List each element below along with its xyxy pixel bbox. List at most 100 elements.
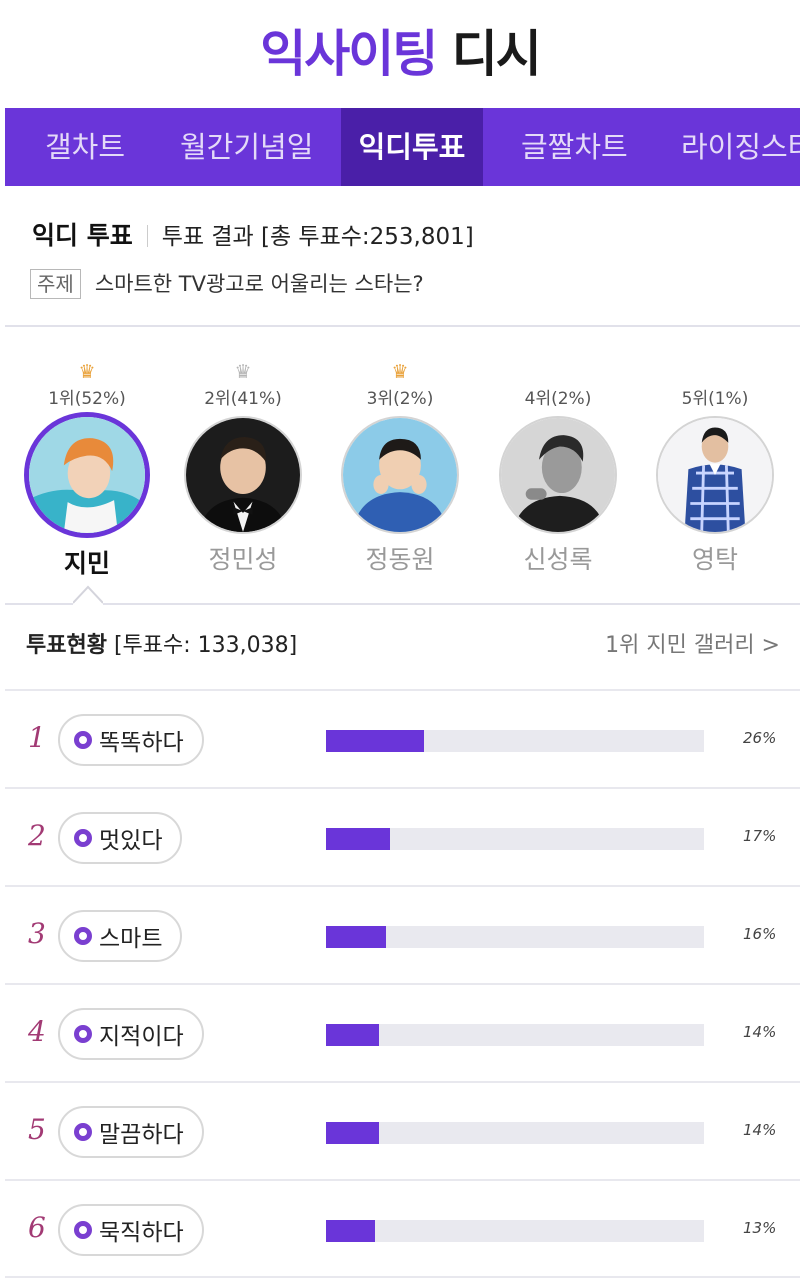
selection-line: [103, 603, 800, 605]
candidate-name: 영탁: [691, 545, 738, 574]
candidate-5[interactable]: 5위(1%) 영탁: [650, 360, 780, 580]
keyword-pill[interactable]: 묵직하다: [58, 1204, 204, 1256]
candidate-3[interactable]: ♛ 3위(2%) 정동원: [335, 360, 465, 580]
candidate-4[interactable]: 4위(2%) 신성록: [493, 360, 623, 580]
keyword-label: 묵직하다: [99, 1220, 184, 1246]
percent-bar-fill: [326, 730, 425, 752]
percent-bar-track: [326, 730, 704, 752]
candidate-rank: 5위(1%): [681, 389, 749, 409]
percent-bar-track: [326, 1220, 704, 1242]
photo-shin-sungrok: [501, 418, 615, 532]
keyword-pill[interactable]: 말끔하다: [58, 1106, 204, 1158]
keyword-percent: 13%: [743, 1219, 777, 1237]
candidate-rank: 3위(2%): [366, 389, 434, 409]
logo-part-2: 디시: [436, 25, 542, 83]
keyword-rank: 3: [28, 917, 46, 950]
percent-bar-track: [326, 926, 704, 948]
keyword-row: 3 스마트 16%: [5, 885, 800, 983]
vote-header: 익디 투표 투표 결과 [총 투표수:253,801]: [32, 218, 474, 255]
candidate-name: 신성록: [523, 545, 593, 574]
keyword-percent: 26%: [743, 729, 777, 747]
keyword-pill[interactable]: 똑똑하다: [58, 714, 204, 766]
list-bottom-line: [5, 1276, 800, 1278]
ring-icon: [74, 829, 92, 847]
gallery-link[interactable]: 1위 지민 갤러리 >: [605, 627, 780, 665]
candidate-name: 정동원: [365, 545, 435, 574]
percent-bar-track: [326, 1122, 704, 1144]
keyword-percent: 14%: [743, 1023, 777, 1041]
keyword-row: 1 똑똑하다 26%: [5, 689, 800, 787]
keyword-label: 멋있다: [99, 828, 163, 854]
photo-jeong-minseong: [186, 418, 300, 532]
app-logo[interactable]: 익사이팅 디시: [0, 18, 800, 90]
crown-icon-placeholder: [493, 360, 623, 384]
vote-topic: 주제 스마트한 TV광고로 어울리는 스타는?: [30, 268, 424, 300]
keyword-row: 2 멋있다 17%: [5, 787, 800, 885]
header-separator: [146, 225, 148, 247]
candidate-rank: 2위(41%): [204, 389, 282, 409]
ring-icon: [74, 1221, 92, 1239]
ring-icon: [74, 731, 92, 749]
keyword-label: 지적이다: [99, 1024, 184, 1050]
keyword-label: 말끔하다: [99, 1122, 184, 1148]
crown-icon: ♛: [234, 361, 252, 383]
candidate-photo[interactable]: [656, 416, 774, 534]
keyword-rank: 2: [28, 819, 46, 852]
candidate-name: 정민성: [208, 545, 278, 574]
candidate-photo[interactable]: [184, 416, 302, 534]
crown-icon: ♛: [78, 361, 96, 383]
candidate-photo[interactable]: [499, 416, 617, 534]
keyword-row: 6 묵직하다 13%: [5, 1179, 800, 1277]
keyword-row: 5 말끔하다 14%: [5, 1081, 800, 1179]
logo-part-1: 익사이팅: [260, 25, 438, 83]
crown-icon: ♛: [391, 361, 409, 383]
percent-bar-fill: [326, 1122, 379, 1144]
keyword-percent: 17%: [743, 827, 777, 845]
percent-bar-fill: [326, 1220, 376, 1242]
tab-gal-chart[interactable]: 갤차트: [45, 108, 125, 186]
candidate-rank: 4위(2%): [524, 389, 592, 409]
crown-icon-placeholder: [650, 360, 780, 384]
candidate-photo[interactable]: [24, 412, 150, 538]
photo-jeong-dongwon: [343, 418, 457, 532]
candidate-name: 지민: [63, 549, 110, 578]
ring-icon: [74, 1025, 92, 1043]
keyword-percent: 16%: [743, 925, 777, 943]
section-divider: [5, 325, 800, 327]
keyword-pill[interactable]: 스마트: [58, 910, 183, 962]
photo-jimin: [29, 417, 145, 533]
tab-text-image-chart[interactable]: 글짤차트: [521, 108, 628, 186]
status-count: [투표수: 133,038]: [106, 633, 298, 658]
candidate-2[interactable]: ♛ 2위(41%) 정민성: [178, 360, 308, 580]
vote-status: 투표현황 [투표수: 133,038]: [26, 627, 297, 665]
keyword-row: 4 지적이다 14%: [5, 983, 800, 1081]
keyword-label: 똑똑하다: [99, 730, 184, 756]
percent-bar-track: [326, 828, 704, 850]
selection-line: [5, 603, 73, 605]
keyword-pill[interactable]: 지적이다: [58, 1008, 204, 1060]
photo-youngtak: [658, 418, 772, 532]
tab-monthly-anniversary[interactable]: 월간기념일: [180, 108, 313, 186]
keyword-rank: 1: [28, 721, 46, 754]
keyword-pill[interactable]: 멋있다: [58, 812, 183, 864]
tab-ikdi-vote[interactable]: 익디투표: [341, 108, 483, 186]
vote-title: 익디 투표: [32, 221, 133, 250]
ring-icon: [74, 927, 92, 945]
candidate-1[interactable]: ♛ 1위(52%) 지민: [22, 360, 152, 584]
keyword-label: 스마트: [99, 926, 163, 952]
selection-pointer-icon: [73, 585, 103, 604]
percent-bar-track: [326, 1024, 704, 1046]
keyword-rank: 6: [28, 1211, 46, 1244]
tab-rising-star[interactable]: 라이징스타: [681, 108, 800, 186]
candidate-rank: 1위(52%): [48, 389, 126, 409]
percent-bar-fill: [326, 1024, 379, 1046]
status-label: 투표현황: [26, 633, 107, 658]
keyword-rank: 5: [28, 1113, 46, 1146]
topic-text: 스마트한 TV광고로 어울리는 스타는?: [94, 272, 424, 296]
candidate-photo[interactable]: [341, 416, 459, 534]
vote-result-total: 투표 결과 [총 투표수:253,801]: [161, 224, 474, 250]
ring-icon: [74, 1123, 92, 1141]
percent-bar-fill: [326, 926, 387, 948]
keyword-percent: 14%: [743, 1121, 777, 1139]
percent-bar-fill: [326, 828, 391, 850]
